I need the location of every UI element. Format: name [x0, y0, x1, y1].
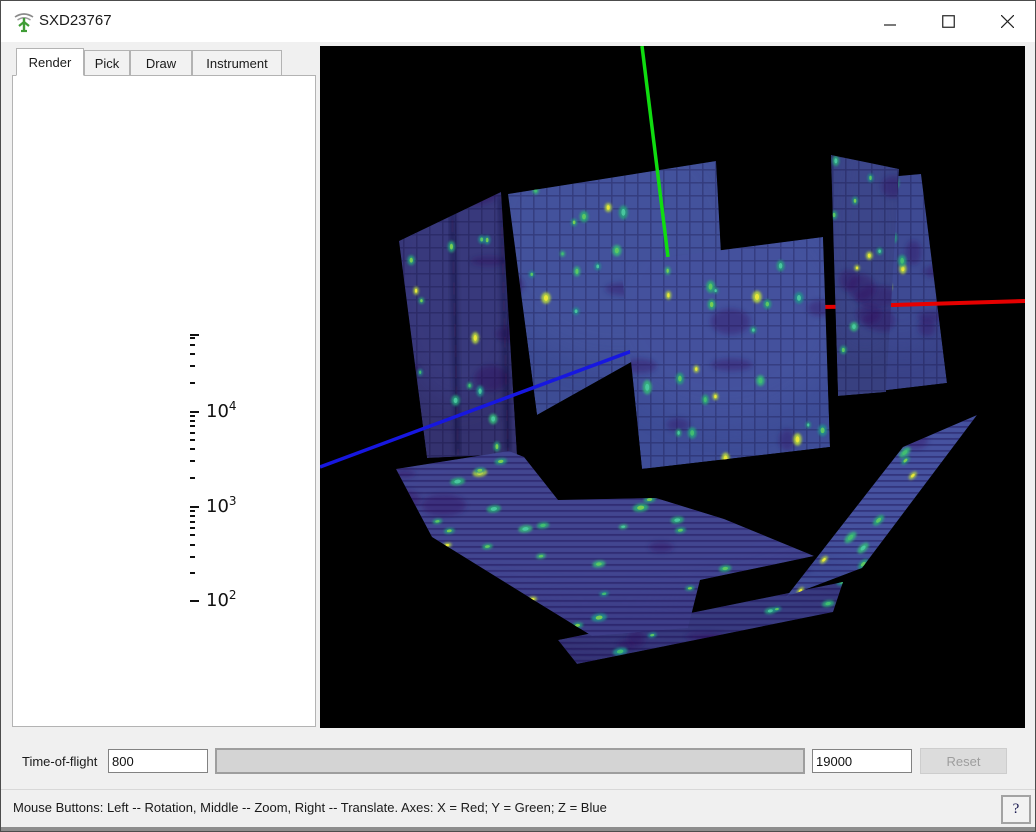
- minimize-icon: [884, 23, 896, 26]
- app-icon: [14, 13, 34, 33]
- tof-start-input[interactable]: [108, 749, 208, 773]
- colorbar-ticks: 104 103 102: [190, 334, 270, 611]
- tab-render[interactable]: Render: [16, 48, 84, 76]
- tof-reset-label: Reset: [946, 753, 981, 769]
- colorbar-tick-label: 103: [206, 493, 237, 517]
- tab-pick[interactable]: Pick: [84, 50, 130, 76]
- help-button[interactable]: ?: [1001, 795, 1031, 824]
- tab-instrument[interactable]: Instrument: [192, 50, 282, 76]
- colorbar-tick-label: 104: [206, 398, 237, 422]
- maximize-button[interactable]: [925, 1, 971, 42]
- titlebar: SXD23767: [1, 1, 1035, 42]
- tof-label: Time-of-flight: [22, 754, 98, 769]
- maximize-icon: [941, 15, 955, 28]
- tof-end-input[interactable]: [812, 749, 912, 773]
- close-button[interactable]: [984, 1, 1030, 42]
- status-text: Mouse Buttons: Left -- Rotation, Middle …: [13, 800, 607, 815]
- render-tab-pane: [12, 75, 316, 727]
- tof-reset-button[interactable]: Reset: [920, 748, 1007, 774]
- colorbar-tick-label: 102: [206, 588, 237, 611]
- tab-draw[interactable]: Draw: [130, 50, 192, 76]
- instrument-3d-view[interactable]: [320, 46, 1025, 728]
- window-title: SXD23767: [39, 12, 112, 29]
- minimize-button[interactable]: [867, 1, 913, 42]
- status-bar: Mouse Buttons: Left -- Rotation, Middle …: [1, 789, 1035, 828]
- close-icon: [1000, 15, 1014, 28]
- tof-slider[interactable]: [215, 748, 805, 774]
- help-icon: ?: [1012, 801, 1020, 817]
- window-bottom-border: [0, 827, 1036, 832]
